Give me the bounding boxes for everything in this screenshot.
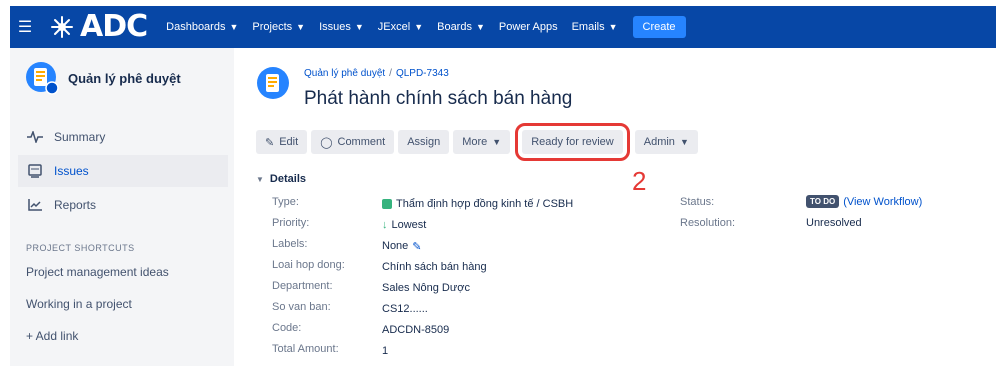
sidebar-item-issues[interactable]: Issues <box>18 155 228 187</box>
chevron-down-icon: ▼ <box>475 22 485 32</box>
pulse-icon <box>26 131 44 143</box>
create-button[interactable]: Create <box>632 16 686 38</box>
pencil-icon[interactable]: ✎ <box>412 240 421 253</box>
logo-star-icon <box>51 16 73 38</box>
field-type: Type: Thẩm định hợp đồng kinh tế / CSBH <box>272 196 574 210</box>
sidebar-item-label: Reports <box>54 198 97 212</box>
chevron-down-icon: ▼ <box>608 22 618 32</box>
main-navigation: ☰ ADC Dashboards ▼ Projects ▼ Issues ▼ JExc… <box>10 6 996 48</box>
field-so-van-ban: So van ban: CS12...... <box>272 301 428 315</box>
comment-icon: ◯ <box>320 136 333 149</box>
nav-power-apps[interactable]: Power Apps <box>492 6 565 48</box>
add-link-button[interactable]: + Add link <box>26 329 78 343</box>
project-header[interactable]: Quản lý phê duyệt <box>24 60 181 96</box>
breadcrumb-project-link[interactable]: Quản lý phê duyệt <box>304 68 385 79</box>
view-workflow-link[interactable]: (View Workflow) <box>843 196 922 208</box>
breadcrumb-issue-key[interactable]: QLPD-7343 <box>396 68 449 79</box>
project-name: Quản lý phê duyệt <box>68 70 181 86</box>
chevron-down-icon: ▼ <box>354 22 364 32</box>
comment-button[interactable]: ◯ Comment <box>311 130 395 154</box>
chevron-down-icon: ▼ <box>492 137 502 147</box>
issue-toolbar: ✎ Edit ◯ Comment Assign More ▼ Ready for re… <box>256 123 702 161</box>
field-loai-hop-dong: Loai hop dong: Chính sách bán hàng <box>272 259 487 273</box>
sidebar-item-label: Summary <box>54 130 106 144</box>
field-department: Department: Sales Nông Dược <box>272 280 470 294</box>
issues-icon <box>26 164 44 178</box>
chevron-down-icon: ▼ <box>229 22 239 32</box>
resolution-label: Resolution: <box>680 217 736 229</box>
project-sidebar: Quản lý phê duyệt Summary Issues Reports… <box>10 48 234 366</box>
issue-view: Quản lý phê duyệt / QLPD-7343 Phát hành ch… <box>234 48 996 366</box>
chevron-down-icon: ▼ <box>679 137 689 147</box>
field-labels: Labels: None ✎ <box>272 238 422 253</box>
admin-button[interactable]: Admin ▼ <box>634 130 698 154</box>
arrow-down-icon: ↓ <box>382 219 388 231</box>
sidebar-item-summary[interactable]: Summary <box>18 121 228 153</box>
shortcut-working-in-a-project[interactable]: Working in a project <box>26 297 132 311</box>
shortcut-project-management-ideas[interactable]: Project management ideas <box>26 265 169 279</box>
chevron-down-icon: ▼ <box>256 175 264 184</box>
pencil-icon: ✎ <box>265 136 275 149</box>
status-value: TO DO (View Workflow) <box>806 195 922 208</box>
nav-dashboards[interactable]: Dashboards ▼ <box>159 6 245 48</box>
breadcrumb-separator: / <box>389 68 392 79</box>
status-label: Status: <box>680 196 715 208</box>
chevron-down-icon: ▼ <box>414 22 424 32</box>
sidebar-item-label: Issues <box>54 164 89 178</box>
issue-title[interactable]: Phát hành chính sách bán hàng <box>304 88 572 110</box>
chevron-down-icon: ▼ <box>296 22 306 32</box>
chart-icon <box>26 199 44 211</box>
menu-icon[interactable]: ☰ <box>10 6 40 48</box>
top-bar: ☰ ADC Dashboards ▼ Projects ▼ Issues ▼ JExc… <box>0 0 996 53</box>
field-total-amount: Total Amount: 1 <box>272 343 389 357</box>
logo-text: ADC <box>80 9 148 44</box>
issue-type-avatar-icon <box>257 67 289 99</box>
adc-logo[interactable]: ADC <box>50 6 148 48</box>
nav-jexcel[interactable]: JExcel ▼ <box>371 6 430 48</box>
nav-emails[interactable]: Emails ▼ <box>565 6 625 48</box>
assign-button[interactable]: Assign <box>398 130 450 154</box>
step-annotation-number: 2 <box>632 166 647 196</box>
sidebar-item-reports[interactable]: Reports <box>18 189 228 221</box>
breadcrumb: Quản lý phê duyệt / QLPD-7343 <box>304 68 449 79</box>
status-badge: TO DO <box>806 195 840 208</box>
resolution-value: Unresolved <box>806 217 862 229</box>
nav-boards[interactable]: Boards ▼ <box>430 6 492 48</box>
details-section-toggle[interactable]: ▼ Details <box>256 173 306 185</box>
field-code: Code: ADCDN-8509 <box>272 322 450 336</box>
edit-button[interactable]: ✎ Edit <box>256 130 308 154</box>
nav-projects[interactable]: Projects ▼ <box>245 6 312 48</box>
more-button[interactable]: More ▼ <box>453 130 511 154</box>
field-priority: Priority: ↓ Lowest <box>272 217 427 231</box>
issue-type-icon <box>382 199 392 209</box>
shortcuts-heading: PROJECT SHORTCUTS <box>26 243 135 253</box>
nav-issues[interactable]: Issues ▼ <box>312 6 371 48</box>
project-avatar-icon <box>26 62 59 95</box>
ready-for-review-button[interactable]: Ready for review <box>515 123 630 161</box>
